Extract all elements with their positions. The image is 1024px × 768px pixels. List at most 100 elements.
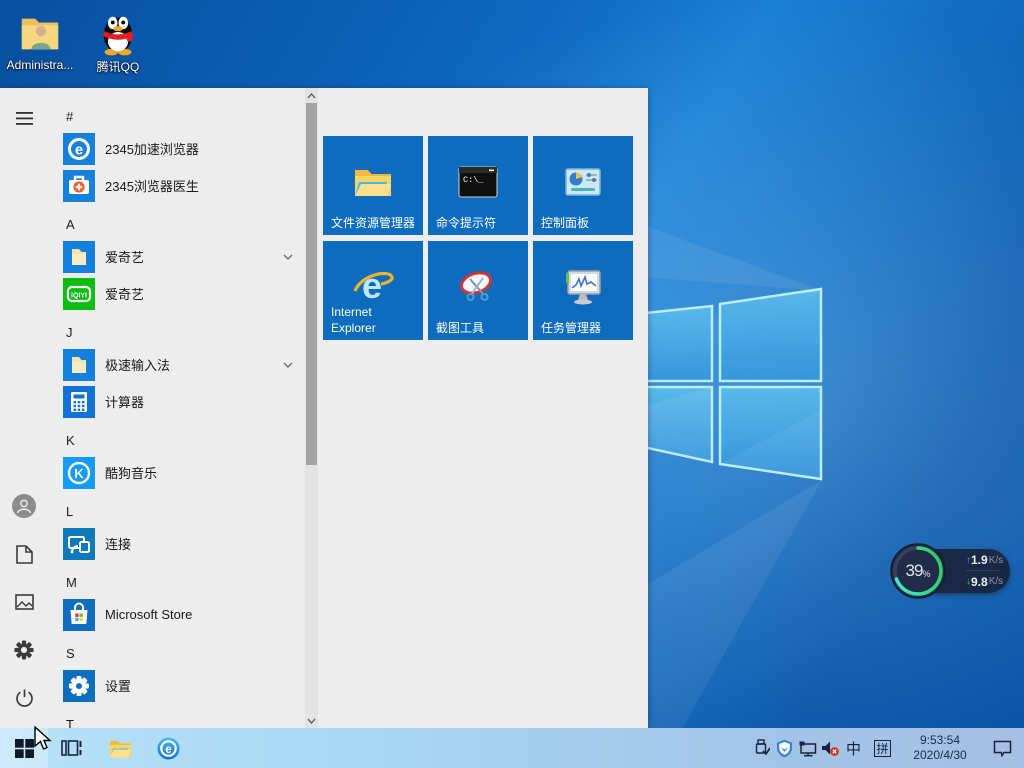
iqiyi-icon: iQIYI [63,277,95,310]
svg-text:e: e [362,265,382,306]
desktop-icon-label: Administra... [6,58,74,72]
app-list-scrollbar [305,88,318,728]
clock-time: 9:53:54 [919,733,961,747]
action-center-button[interactable] [984,728,1020,768]
browser-e-icon: e [157,737,179,759]
power-icon [15,689,33,707]
section-header-label: T [66,716,74,729]
usage-percent-sign: % [922,568,931,579]
taskbar-browser-button[interactable]: e [144,728,192,768]
desktop-icon-qq[interactable]: 腾讯QQ [84,10,152,75]
network-display-icon [799,741,817,756]
section-header-k[interactable]: K [48,426,304,454]
app-item-iqiyi[interactable]: iQIYI 爱奇艺 [48,275,304,312]
app-item-2345-browser[interactable]: e 2345加速浏览器 [48,130,304,167]
section-header-s[interactable]: S [48,639,304,667]
power-button[interactable] [0,674,48,722]
system-tray: 中 拼 9:53:54 2020/4/30 [750,728,1024,768]
tile-control-panel[interactable]: 控制面板 [533,136,633,235]
chevron-up-icon [307,92,316,98]
command-prompt-icon: C:\_ [458,166,498,198]
internet-explorer-icon: e [353,265,394,306]
ime-layout-indicator[interactable]: 拼 [871,728,894,768]
ime-mode-label: 中 [845,740,861,758]
scroll-down-button[interactable] [305,713,318,728]
taskbar-clock[interactable]: 9:53:54 2020/4/30 [904,733,976,763]
scroll-up-button[interactable] [305,88,318,103]
app-folder-jisu-ime[interactable]: 极速输入法 [48,346,304,383]
download-row: ↓ 9.8 K/s [966,571,1004,592]
tile-label: 截图工具 [436,321,485,335]
app-label: 爱奇艺 [105,287,145,302]
app-label: 极速输入法 [105,358,171,373]
section-header-l[interactable]: L [48,497,304,525]
app-folder-icon [63,240,95,273]
app-item-kugou[interactable]: K 酷狗音乐 [48,454,304,491]
section-header-label: K [66,432,75,448]
expand-menu-button[interactable] [0,94,48,142]
app-item-2345-doctor[interactable]: 2345浏览器医生 [48,167,304,204]
connect-icon [63,527,95,560]
start-tiles: 文件资源管理器 C:\_ 命令提示符 控制面板 e Internet Explo… [323,136,633,340]
section-header-label: # [66,108,74,124]
app-item-settings[interactable]: 设置 [48,667,304,704]
app-label: 连接 [105,537,132,552]
svg-text:e: e [75,141,83,158]
tile-snipping-tool[interactable]: 截图工具 [428,241,528,340]
app-label: 计算器 [105,395,145,410]
download-unit: K/s [988,576,1004,587]
document-icon [15,544,33,564]
app-label: 酷狗音乐 [105,466,158,481]
security-shield-button[interactable] [773,728,796,768]
tile-task-manager[interactable]: 任务管理器 [533,241,633,340]
file-explorer-icon [109,740,131,757]
section-header-a[interactable]: A [48,210,304,238]
scrollbar-thumb[interactable] [306,103,317,465]
start-button[interactable] [0,728,48,768]
section-header-m[interactable]: M [48,568,304,596]
svg-text:iQIYI: iQIYI [71,292,87,299]
svg-text:C:\_: C:\_ [463,175,484,185]
section-header-label: L [66,503,74,519]
network-button[interactable] [796,728,819,768]
taskbar-file-explorer-button[interactable] [96,728,144,768]
pictures-button[interactable] [0,578,48,626]
chevron-down-icon[interactable] [282,251,294,263]
documents-button[interactable] [0,530,48,578]
tile-command-prompt[interactable]: C:\_ 命令提示符 [428,136,528,235]
hamburger-icon [15,111,33,125]
app-label: 设置 [105,679,132,694]
app-folder-icon [63,348,95,381]
tile-internet-explorer[interactable]: e Internet Explorer [323,241,423,340]
chevron-down-icon [307,718,316,724]
desktop-icon-administrator[interactable]: Administra... [6,10,74,72]
usage-percent: 39 % [890,543,946,599]
section-header-t[interactable]: T [48,710,304,729]
section-header-hash[interactable]: # [48,102,304,130]
notification-icon [993,740,1011,757]
usb-eject-button[interactable] [750,728,773,768]
section-header-label: S [66,645,75,661]
upload-unit: K/s [988,554,1004,566]
app-item-connect[interactable]: 连接 [48,525,304,562]
taskbar-ime-toolbar-button[interactable] [48,728,96,768]
volume-muted-icon [822,741,839,756]
app-item-calculator[interactable]: 计算器 [48,383,304,420]
upload-value: 1.9 [971,553,988,567]
app-item-microsoft-store[interactable]: Microsoft Store [48,596,304,633]
desktop-icon-label: 腾讯QQ [96,60,140,74]
ime-layout-label: 拼 [874,739,891,757]
section-header-j[interactable]: J [48,318,304,346]
tile-label: 控制面板 [541,216,590,230]
start-menu-rail [0,88,48,728]
tile-file-explorer[interactable]: 文件资源管理器 [323,136,423,235]
ime-mode-indicator[interactable]: 中 [842,728,865,768]
kugou-icon: K [63,456,95,489]
volume-muted-button[interactable] [819,728,842,768]
settings-button[interactable] [0,626,48,674]
user-account-button[interactable] [0,482,48,530]
chevron-down-icon[interactable] [282,359,294,371]
app-folder-iqiyi[interactable]: 爱奇艺 [48,238,304,275]
settings-tile-icon [63,669,95,702]
tile-label: 文件资源管理器 [331,216,416,230]
